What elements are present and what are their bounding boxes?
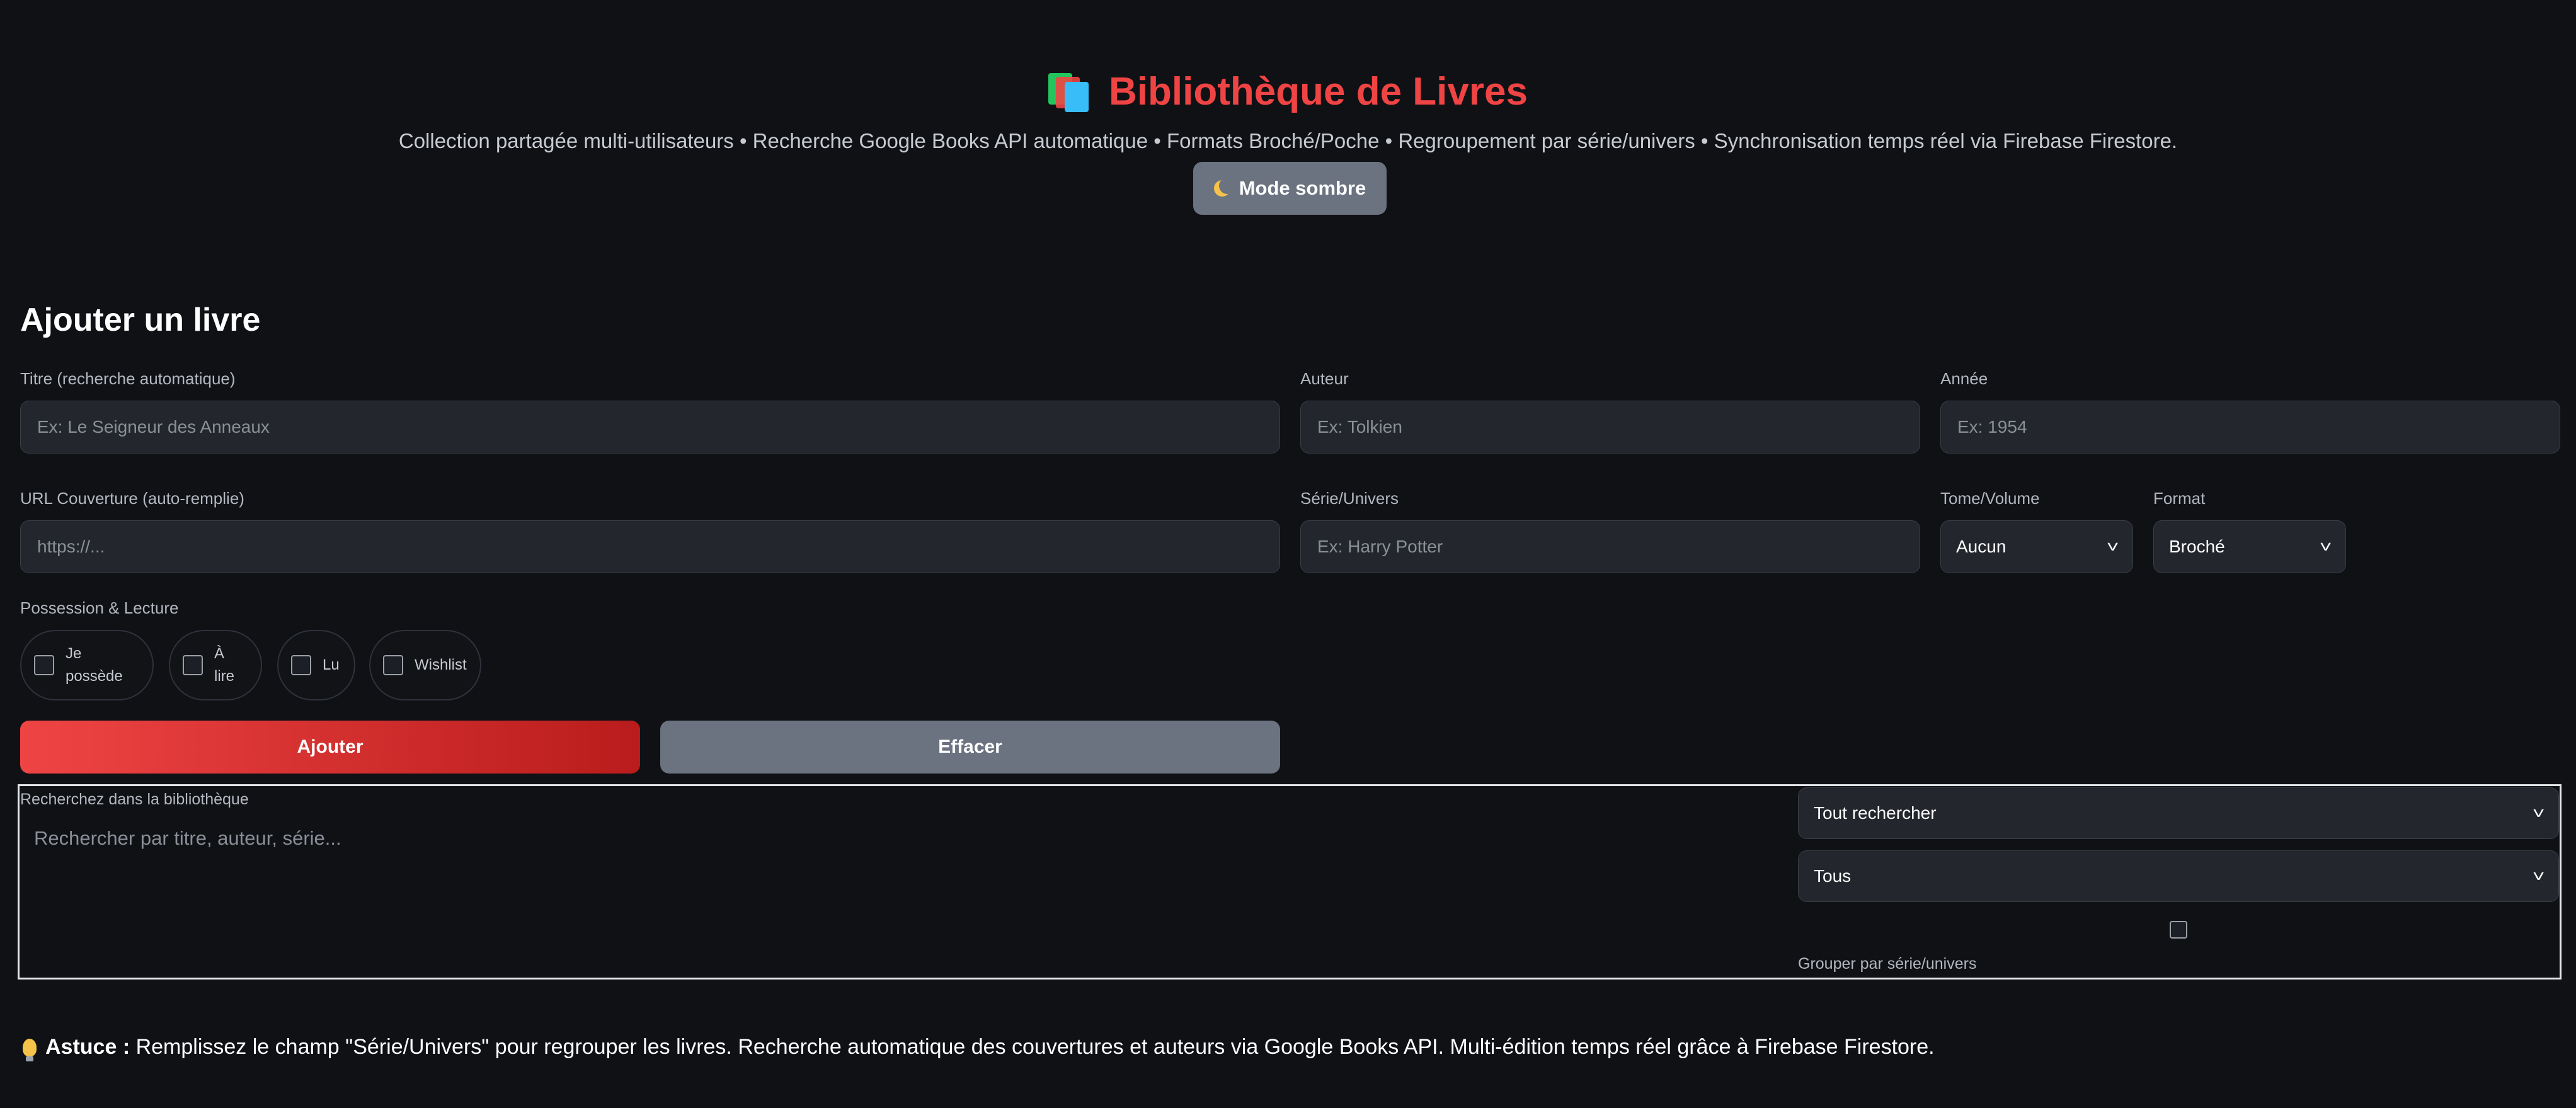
add-button[interactable]: Ajouter [20,721,640,774]
title-input[interactable] [20,401,1280,454]
to-read-label-line1: À [214,645,225,662]
lightbulb-icon [23,1038,37,1061]
volume-label: Tome/Volume [1940,489,2040,508]
series-label: Série/Univers [1300,489,1399,508]
app-header: Bibliothèque de Livres [0,60,2576,123]
author-input[interactable] [1300,401,1920,454]
to-read-checkbox[interactable] [183,655,203,675]
chevron-down-icon: ˅ [2319,537,2332,556]
cover-url-input[interactable] [20,520,1280,573]
series-input[interactable] [1300,520,1920,573]
owned-checkbox-pill[interactable]: Je possède [20,630,154,700]
dark-mode-toggle-button[interactable]: Mode sombre [1193,162,1387,215]
wishlist-checkbox[interactable] [383,655,403,675]
format-select[interactable]: Broché ˅ [2153,520,2346,573]
cover-url-label: URL Couverture (auto-remplie) [20,489,244,508]
page-subtitle: Collection partagée multi-utilisateurs •… [398,129,2178,152]
moon-icon [1213,180,1230,197]
page-title: Bibliothèque de Livres [1109,69,1528,113]
search-scope-select[interactable]: Tout rechercher ˅ [1798,787,2559,839]
read-checkbox[interactable] [291,655,311,675]
read-label: Lu [323,656,340,673]
year-input[interactable] [1940,401,2560,454]
to-read-label-line2: lire [214,668,235,685]
chevron-down-icon: ˅ [2106,537,2119,556]
tip-banner: Astuce : Remplissez le champ "Série/Univ… [23,1035,1935,1061]
wishlist-checkbox-pill[interactable]: Wishlist [369,630,481,700]
volume-select[interactable]: Aucun ˅ [1940,520,2133,573]
volume-select-value: Aucun [1956,537,2006,556]
title-label: Titre (recherche automatique) [20,369,236,388]
to-read-checkbox-pill[interactable]: À lire [169,630,262,700]
chevron-down-icon: ˅ [2532,803,2545,823]
tip-strong: Astuce : [45,1035,130,1059]
group-by-series-label: Grouper par série/univers [1798,955,1977,973]
clear-button[interactable]: Effacer [660,721,1280,774]
format-select-value: Broché [2169,537,2225,556]
owned-label-line1: Je [66,645,82,662]
filter-select-value: Tous [1814,866,1852,886]
dark-mode-label: Mode sombre [1239,177,1366,199]
add-book-heading: Ajouter un livre [20,302,261,338]
library-search-input[interactable] [20,816,1772,860]
group-by-series-checkbox[interactable] [2170,921,2187,939]
search-scope-value: Tout rechercher [1814,803,1937,823]
format-label: Format [2153,489,2206,508]
owned-label-line2: possède [66,668,123,685]
chevron-down-icon: ˅ [2532,866,2545,886]
tip-text: Remplissez le champ "Série/Univers" pour… [135,1035,1935,1059]
books-icon [1048,71,1091,112]
possession-label: Possession & Lecture [20,598,179,617]
author-label: Auteur [1300,369,1349,388]
year-label: Année [1940,369,1988,388]
search-label: Recherchez dans la bibliothèque [20,791,249,808]
filter-select[interactable]: Tous ˅ [1798,850,2559,902]
wishlist-label: Wishlist [415,656,467,673]
read-checkbox-pill[interactable]: Lu [277,630,355,700]
owned-checkbox[interactable] [34,655,54,675]
